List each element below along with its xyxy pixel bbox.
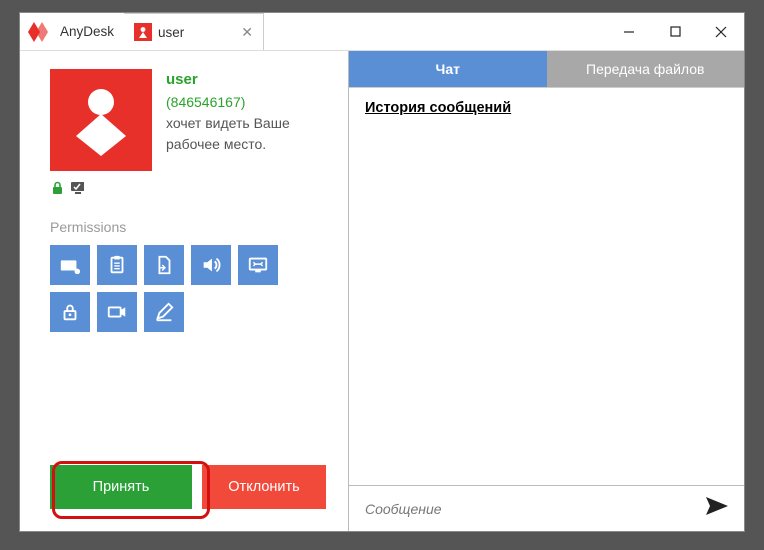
perm-record[interactable] <box>97 292 137 332</box>
tab-chat[interactable]: Чат <box>349 51 547 87</box>
perm-display[interactable] <box>238 245 278 285</box>
permissions-grid <box>50 245 290 332</box>
perm-file[interactable] <box>144 245 184 285</box>
perm-lock[interactable] <box>50 292 90 332</box>
maximize-button[interactable] <box>652 13 698 50</box>
send-icon[interactable] <box>706 497 728 520</box>
session-tab[interactable]: user ✕ <box>124 13 264 50</box>
lock-status-icon <box>50 179 64 197</box>
permissions-label: Permissions <box>50 219 330 235</box>
perm-keyboard[interactable] <box>50 245 90 285</box>
app-name: AnyDesk <box>60 13 124 50</box>
tab-user-icon <box>134 23 152 41</box>
window-controls <box>606 13 744 50</box>
action-row: Принять Отклонить <box>50 465 330 519</box>
chat-panel: Чат Передача файлов История сообщений Со… <box>348 51 744 531</box>
close-button[interactable] <box>698 13 744 50</box>
user-info: user (846546167) хочет видеть Ваше рабоч… <box>166 69 290 171</box>
app-logo <box>20 13 60 50</box>
accept-button[interactable]: Принять <box>50 465 192 509</box>
minimize-button[interactable] <box>606 13 652 50</box>
perm-sound[interactable] <box>191 245 231 285</box>
user-id: (846546167) <box>166 92 290 113</box>
user-avatar <box>50 69 152 171</box>
monitor-status-icon <box>70 179 84 197</box>
decline-button[interactable]: Отклонить <box>202 465 326 509</box>
status-icons <box>50 179 330 197</box>
request-panel: user (846546167) хочет видеть Ваше рабоч… <box>20 51 348 531</box>
chat-history-label[interactable]: История сообщений <box>365 100 728 116</box>
perm-draw[interactable] <box>144 292 184 332</box>
user-name: user <box>166 69 290 92</box>
tab-title: user <box>158 25 184 40</box>
perm-clipboard[interactable] <box>97 245 137 285</box>
app-window: AnyDesk user ✕ user (846546167) хочет <box>19 12 745 532</box>
chat-body: История сообщений <box>349 87 744 485</box>
request-text-1: хочет видеть Ваше <box>166 113 290 134</box>
titlebar: AnyDesk user ✕ <box>20 13 744 51</box>
tab-close-icon[interactable]: ✕ <box>241 24 253 41</box>
request-text-2: рабочее место. <box>166 134 290 155</box>
chat-input-row: Сообщение <box>349 485 744 531</box>
tab-file-transfer[interactable]: Передача файлов <box>547 51 745 87</box>
chat-input[interactable]: Сообщение <box>365 501 706 517</box>
